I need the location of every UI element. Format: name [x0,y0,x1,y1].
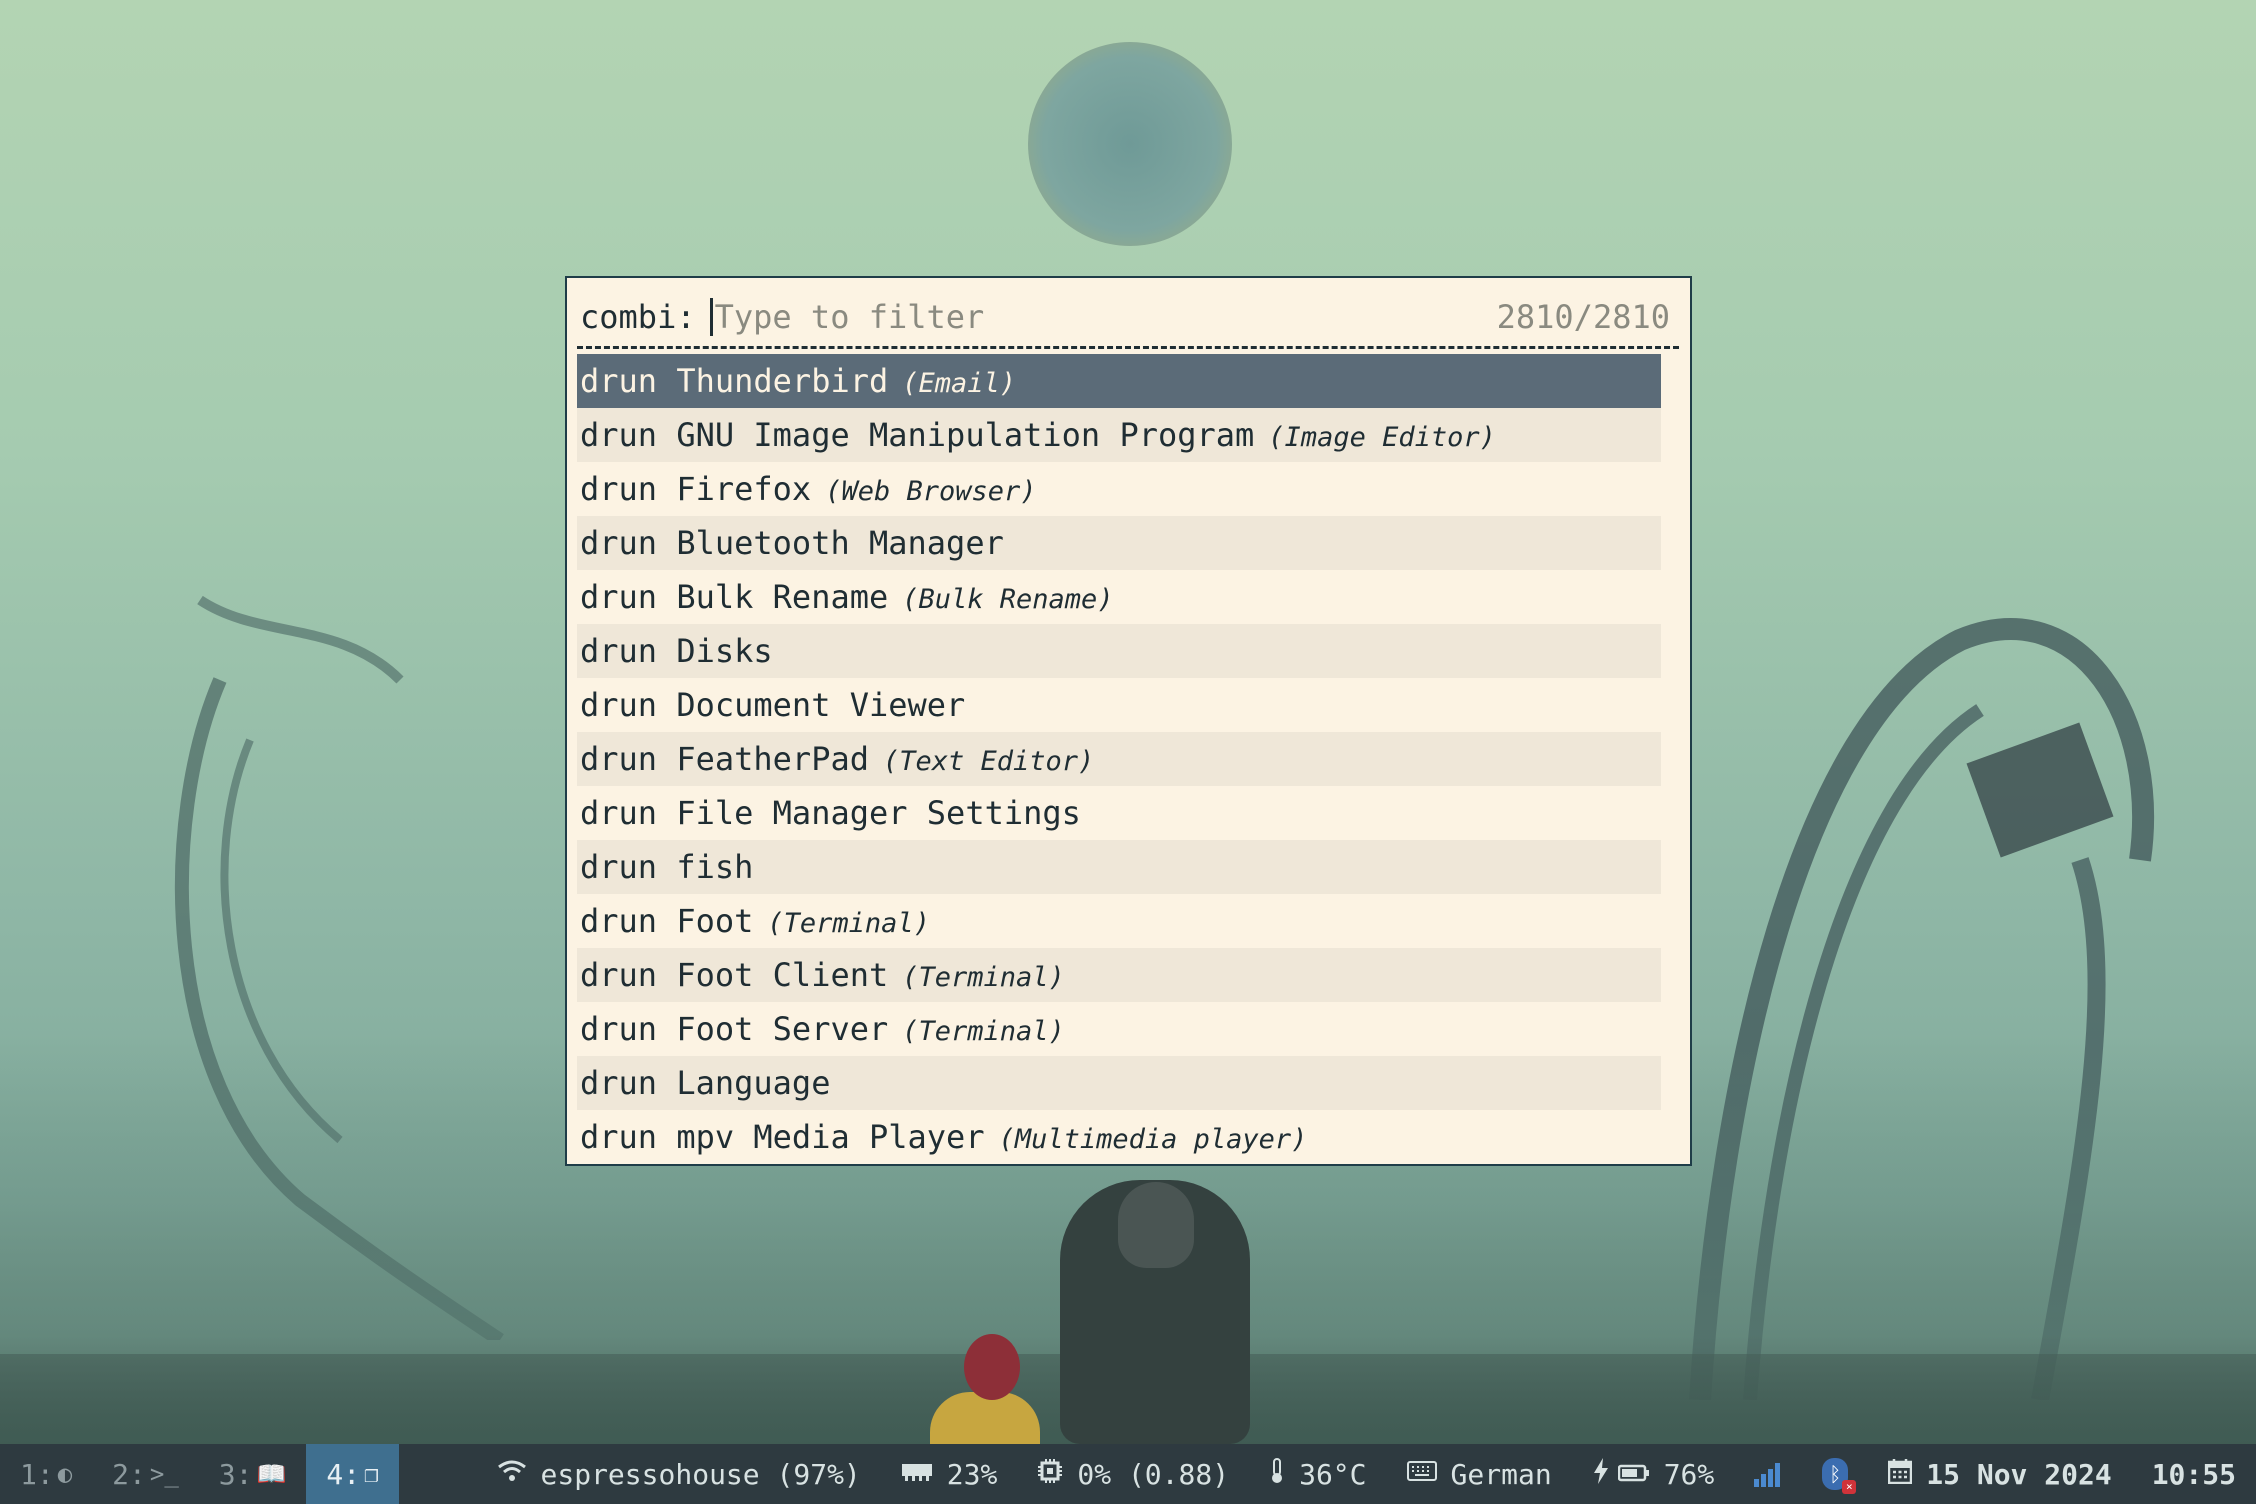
entry-hint: (Terminal) [902,1016,1065,1047]
keyboard-layout-label: German [1450,1457,1552,1491]
entry-label: drun Document Viewer [580,686,966,724]
entry-hint: (Terminal) [902,962,1065,993]
cpu-icon [1037,1458,1063,1491]
keyboard-icon [1406,1459,1437,1489]
workspace-list: 1: ◐ 2: >_ 3: 📖 4: ❐ [0,1444,399,1504]
app-launcher-window: combi: Type to filter 2810/2810 drun Thu… [565,276,1692,1166]
memory-module[interactable]: 23% [901,1457,998,1491]
entry-label: drun Language [580,1064,831,1102]
launcher-entry[interactable]: drun Foot (Terminal) [577,894,1661,948]
book-icon: 📖 [256,1460,287,1488]
workspace-label: 2: [112,1457,146,1491]
entry-hint: (Image Editor) [1268,422,1496,453]
status-bar: 1: ◐ 2: >_ 3: 📖 4: ❐ espressohouse (97%) 23% 0%… [0,1444,2256,1504]
wallpaper-person-large-head [1118,1182,1194,1268]
entry-label: drun FeatherPad [580,740,869,778]
entry-label: drun Foot Client [580,956,889,994]
entry-label: drun Bulk Rename [580,578,889,616]
memory-icon [901,1459,933,1489]
battery-module[interactable]: 76% [1592,1457,1715,1492]
date-module[interactable]: 15 Nov 2024 [1888,1457,2112,1491]
date-label: 15 Nov 2024 [1926,1457,2112,1491]
entry-label: drun Bluetooth Manager [580,524,1004,562]
entry-hint: (Bulk Rename) [902,584,1114,615]
bluetooth-disabled-icon: × [1842,1480,1857,1494]
entry-label: drun GNU Image Manipulation Program [580,416,1255,454]
workspace-button[interactable]: 2: >_ [92,1444,199,1504]
wifi-icon [497,1459,527,1490]
temperature-module[interactable]: 36°C [1269,1457,1367,1492]
entry-hint: (Email) [902,368,1017,399]
thermometer-icon [1269,1457,1285,1492]
entry-label: drun Thunderbird [580,362,889,400]
entry-label: drun Firefox [580,470,812,508]
entry-hint: (Web Browser) [825,476,1037,507]
text-cursor [709,298,713,336]
launcher-prompt: combi: [580,298,696,336]
wifi-module[interactable]: espressohouse (97%) [497,1458,861,1491]
entry-hint: (Terminal) [767,908,930,939]
bluetooth-module[interactable]: ᛒ × [1822,1458,1857,1494]
launcher-entry[interactable]: drun FeatherPad (Text Editor) [577,732,1661,786]
filter-input[interactable]: Type to filter [715,298,1497,336]
workspace-label: 1: [20,1457,54,1491]
launcher-entry[interactable]: drun fish [577,840,1661,894]
wallpaper-person-small-hat [964,1334,1020,1400]
launcher-entry[interactable]: drun Bulk Rename (Bulk Rename) [577,570,1661,624]
wifi-label: espressohouse (97%) [540,1457,861,1491]
clock-module[interactable]: 10:55 [2152,1458,2236,1491]
calendar-icon [1888,1458,1913,1491]
launcher-entry[interactable]: drun Document Viewer [577,678,1661,732]
entry-label: drun Foot Server [580,1010,889,1048]
launcher-entry[interactable]: drun Language [577,1056,1661,1110]
temperature-label: 36°C [1299,1457,1367,1491]
workspace-button[interactable]: 3: 📖 [199,1444,307,1504]
launcher-entry[interactable]: drun Thunderbird (Email) [577,354,1661,408]
launcher-entry[interactable]: drun File Manager Settings [577,786,1661,840]
entry-label: drun File Manager Settings [580,794,1081,832]
workspace-button[interactable]: 4: ❐ [306,1444,399,1504]
bluetooth-icon: ᛒ × [1822,1458,1857,1494]
launcher-entry[interactable]: drun Firefox (Web Browser) [577,462,1661,516]
launcher-entry-list: drun Thunderbird (Email) drun GNU Image Ma… [577,354,1661,1164]
battery-label: 76% [1663,1457,1715,1491]
memory-label: 23% [946,1457,998,1491]
battery-icon [1617,1459,1650,1489]
launcher-entry[interactable]: drun Foot Client (Terminal) [577,948,1661,1002]
entry-label: drun Foot [580,902,754,940]
signal-strength-icon [1754,1461,1782,1487]
launcher-entry[interactable]: drun GNU Image Manipulation Program (Imag… [577,408,1661,462]
entry-label: drun Disks [580,632,773,670]
terminal-icon: >_ [149,1460,179,1488]
entry-label: drun mpv Media Player [580,1118,985,1156]
windows-icon: ❐ [364,1460,379,1488]
launcher-entry[interactable]: drun mpv Media Player (Multimedia player) [577,1110,1661,1164]
workspace-button[interactable]: 1: ◐ [0,1444,92,1504]
network-signal-module[interactable] [1754,1461,1782,1487]
entry-label: drun fish [580,848,754,886]
launcher-entry[interactable]: drun Foot Server (Terminal) [577,1002,1661,1056]
workspace-label: 3: [218,1457,253,1491]
entry-hint: (Text Editor) [882,746,1095,777]
launcher-input-bar[interactable]: combi: Type to filter 2810/2810 [580,293,1670,341]
cpu-module[interactable]: 0% (0.88) [1037,1458,1229,1491]
wallpaper-sun [1028,42,1232,246]
time-label: 10:55 [2151,1457,2236,1491]
entry-hint: (Multimedia player) [998,1124,1308,1155]
cpu-label: 0% (0.88) [1077,1457,1230,1491]
launcher-entry[interactable]: drun Disks [577,624,1661,678]
input-separator [577,346,1679,349]
moon-icon: ◐ [57,1460,73,1488]
result-count: 2810/2810 [1496,298,1670,336]
charging-icon [1592,1457,1610,1492]
workspace-label: 4: [326,1457,361,1491]
status-modules: espressohouse (97%) 23% 0% (0.88) 36°C G… [457,1444,2236,1504]
launcher-entry[interactable]: drun Bluetooth Manager [577,516,1661,570]
keyboard-layout-module[interactable]: German [1406,1457,1552,1491]
